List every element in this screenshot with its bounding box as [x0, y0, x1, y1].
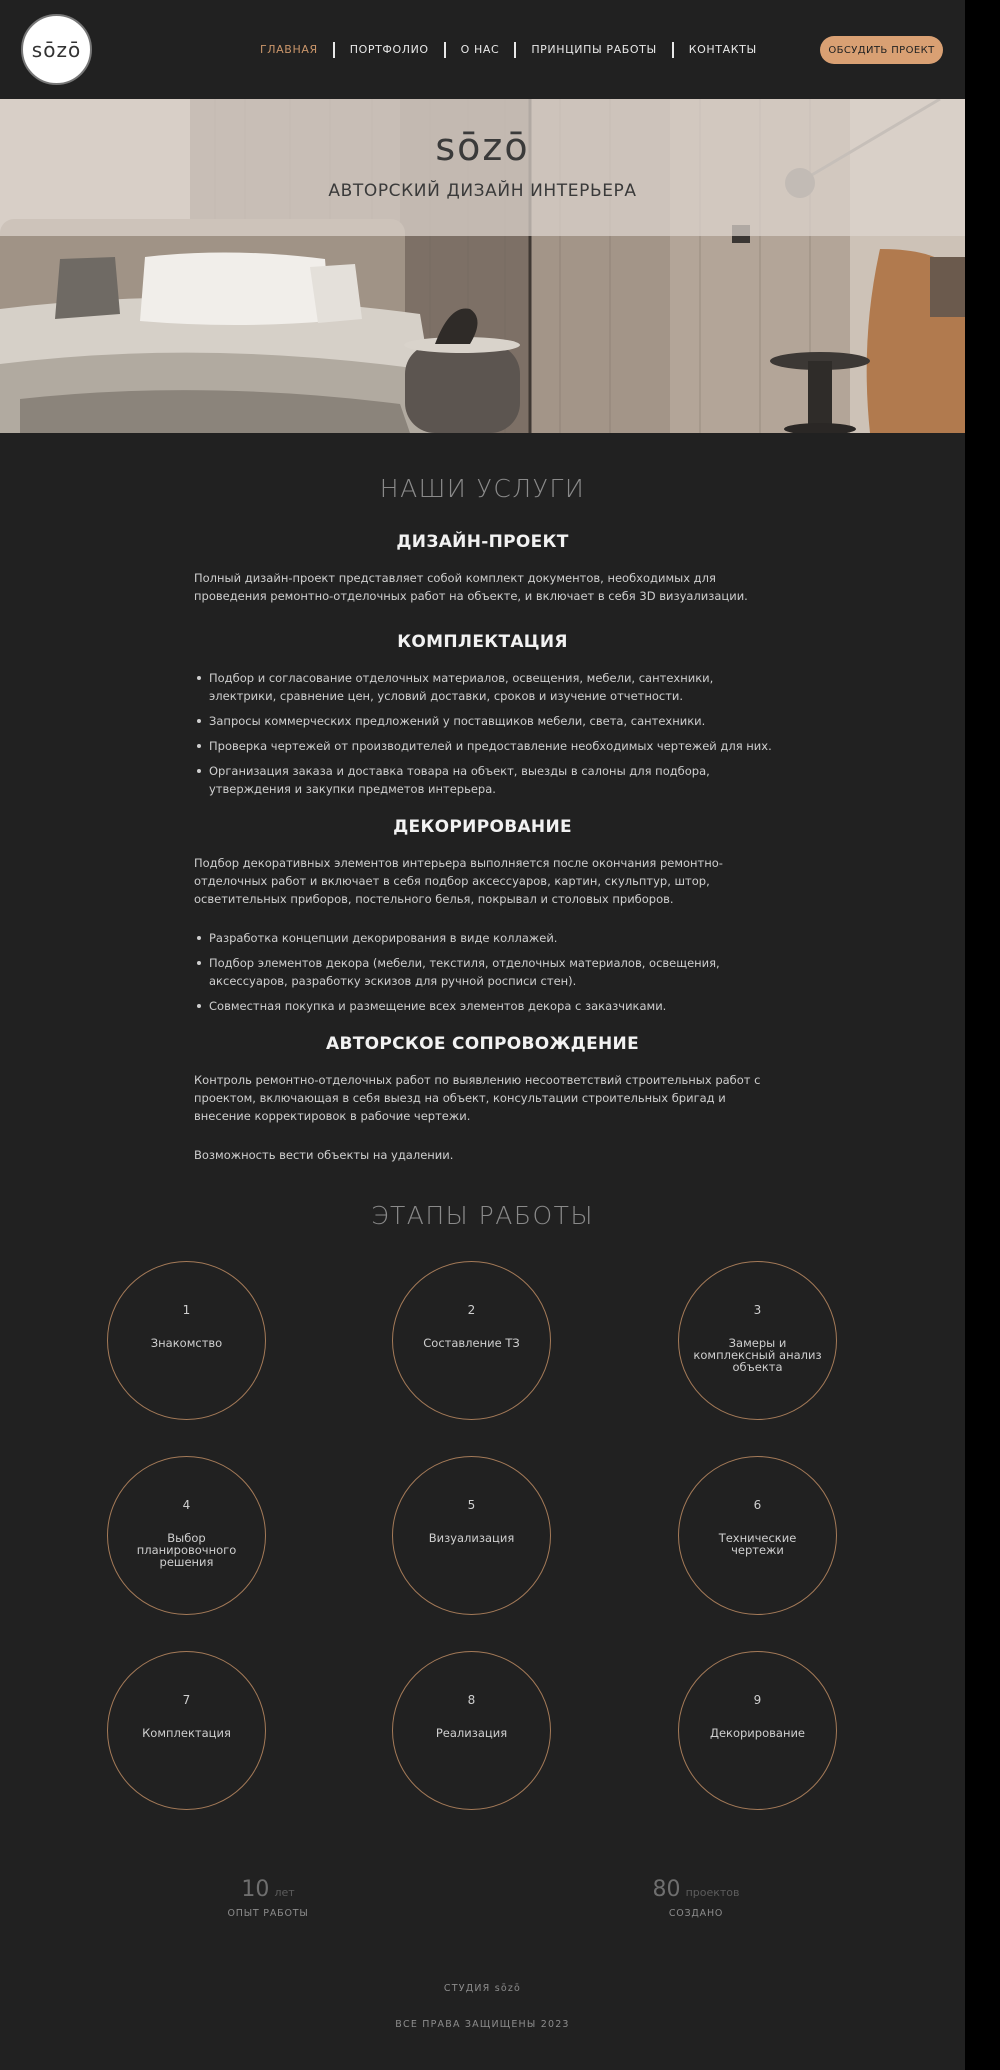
- footer-studio: СТУДИЯ sōzō: [443, 1983, 522, 1994]
- stage-label: Замеры и комплексный анализ объекта: [693, 1336, 822, 1374]
- stage-number: 8: [467, 1693, 476, 1707]
- stage-circle: 7 Комплектация: [107, 1651, 266, 1810]
- stat-unit: лет: [274, 1886, 295, 1899]
- list-item: Подбор и согласование отделочных материа…: [194, 669, 784, 705]
- stat-experience: 10 лет ОПЫТ РАБОТЫ: [168, 1877, 368, 1919]
- stat-number: 80: [652, 1877, 681, 1902]
- stage-circle: 9 Декорирование: [678, 1651, 837, 1810]
- supervision-text: Контроль ремонтно-отделочных работ по вы…: [194, 1073, 761, 1123]
- logo-text: sōzō: [31, 37, 82, 62]
- stage-label: Визуализация: [428, 1531, 515, 1545]
- nav-item-portfolio[interactable]: ПОРТФОЛИО: [335, 42, 444, 58]
- stage-number: 7: [182, 1693, 191, 1707]
- stat-caption: СОЗДАНО: [668, 1908, 724, 1919]
- stage-circle: 5 Визуализация: [392, 1456, 551, 1615]
- list-item: Подбор элементов декора (мебели, текстил…: [194, 954, 784, 990]
- decoration-text: Подбор декоративных элементов интерьера …: [194, 856, 723, 906]
- stage-label: Выбор планировочного решения: [136, 1531, 237, 1569]
- supervision-remote-text: Возможность вести объекты на удалении.: [194, 1148, 454, 1162]
- nav-item-home[interactable]: ГЛАВНАЯ: [245, 42, 333, 58]
- equipment-list: Подбор и согласование отделочных материа…: [194, 669, 784, 805]
- stage-circle: 8 Реализация: [392, 1651, 551, 1810]
- main-nav: ГЛАВНАЯ ПОРТФОЛИО О НАС ПРИНЦИПЫ РАБОТЫ …: [245, 39, 772, 61]
- stage-number: 4: [182, 1498, 191, 1512]
- list-item: Проверка чертежей от производителей и пр…: [194, 737, 784, 755]
- supervision-title: АВТОРСКОЕ СОПРОВОЖДЕНИЕ: [326, 1034, 639, 1054]
- decoration-title: ДЕКОРИРОВАНИЕ: [393, 817, 572, 837]
- stat-unit: проектов: [685, 1886, 740, 1899]
- hero-subtitle: АВТОРСКИЙ ДИЗАЙН ИНТЕРЬЕРА: [328, 181, 637, 201]
- list-item: Запросы коммерческих предложений у поста…: [194, 712, 784, 730]
- stages-title: ЭТАПЫ РАБОТЫ: [371, 1201, 594, 1230]
- stat-number: 10: [241, 1877, 270, 1902]
- stage-label: Технические чертежи: [718, 1531, 797, 1557]
- stage-number: 9: [753, 1693, 762, 1707]
- stat-caption: ОПЫТ РАБОТЫ: [227, 1908, 309, 1919]
- hero-banner: sōzō АВТОРСКИЙ ДИЗАЙН ИНТЕРЬЕРА: [0, 99, 965, 433]
- list-item: Разработка концепции декорирования в вид…: [194, 929, 784, 947]
- stage-label: Декорирование: [709, 1726, 806, 1740]
- list-item: Совместная покупка и размещение всех эле…: [194, 997, 784, 1015]
- design-project-text: Полный дизайн-проект представляет собой …: [194, 571, 748, 603]
- discuss-project-button[interactable]: ОБСУДИТЬ ПРОЕКТ: [820, 36, 943, 64]
- stage-circle: 1 Знакомство: [107, 1261, 266, 1420]
- list-item: Организация заказа и доставка товара на …: [194, 762, 784, 798]
- nav-item-about[interactable]: О НАС: [446, 42, 515, 58]
- stage-circle: 3 Замеры и комплексный анализ объекта: [678, 1261, 837, 1420]
- stage-label: Комплектация: [142, 1726, 231, 1740]
- nav-item-contacts[interactable]: КОНТАКТЫ: [674, 42, 772, 58]
- decoration-list: Разработка концепции декорирования в вид…: [194, 929, 784, 1022]
- nav-item-principles[interactable]: ПРИНЦИПЫ РАБОТЫ: [516, 42, 671, 58]
- stage-label: Составление ТЗ: [423, 1336, 520, 1350]
- stage-number: 5: [467, 1498, 476, 1512]
- design-project-title: ДИЗАЙН-ПРОЕКТ: [396, 532, 569, 552]
- equipment-title: КОМПЛЕКТАЦИЯ: [397, 632, 568, 652]
- stage-label: Реализация: [435, 1726, 508, 1740]
- stage-number: 3: [753, 1303, 762, 1317]
- stage-circle: 2 Составление ТЗ: [392, 1261, 551, 1420]
- stage-circle: 4 Выбор планировочного решения: [107, 1456, 266, 1615]
- footer-copyright: ВСЕ ПРАВА ЗАЩИЩЕНЫ 2023: [395, 2019, 570, 2030]
- stage-circle: 6 Технические чертежи: [678, 1456, 837, 1615]
- page: sōzō ГЛАВНАЯ ПОРТФОЛИО О НАС ПРИНЦИПЫ РА…: [0, 0, 965, 2070]
- stage-number: 1: [182, 1303, 191, 1317]
- site-header: sōzō ГЛАВНАЯ ПОРТФОЛИО О НАС ПРИНЦИПЫ РА…: [0, 0, 965, 99]
- hero-title: sōzō: [435, 125, 530, 169]
- stage-number: 6: [753, 1498, 762, 1512]
- services-title: НАШИ УСЛУГИ: [379, 474, 586, 503]
- stage-label: Знакомство: [150, 1336, 223, 1350]
- stat-projects: 80 проектов СОЗДАНО: [596, 1877, 796, 1919]
- logo[interactable]: sōzō: [21, 14, 92, 85]
- stage-number: 2: [467, 1303, 476, 1317]
